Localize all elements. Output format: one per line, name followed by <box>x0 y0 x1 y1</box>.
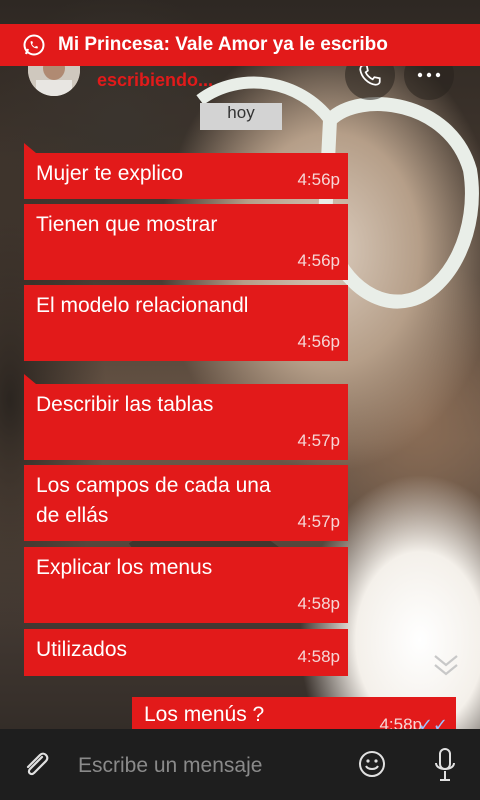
message-bubble-incoming[interactable]: El modelo relacionandl 4:56p <box>24 285 348 361</box>
microphone-icon[interactable] <box>432 747 458 783</box>
message-time: 4:58p <box>297 647 340 666</box>
message-bubble-incoming[interactable]: Los campos de cada una de ellás 4:57p <box>24 465 348 541</box>
message-text: Describir las tablas <box>36 393 214 416</box>
attach-icon[interactable] <box>20 749 54 783</box>
message-text: Utilizados <box>36 638 128 661</box>
message-input[interactable] <box>78 751 338 781</box>
message-bubble-incoming[interactable]: Mujer te explico 4:56p <box>24 143 348 199</box>
chevron-double-down-icon[interactable] <box>430 650 462 680</box>
message-time: 4:56p <box>297 332 340 351</box>
message-time: 4:57p <box>297 431 340 450</box>
more-options-icon <box>417 72 441 78</box>
message-composer <box>0 729 480 800</box>
whatsapp-icon <box>23 34 45 56</box>
message-bubble-incoming[interactable]: Tienen que mostrar 4:56p <box>24 204 348 280</box>
message-text: El modelo relacionandl <box>36 294 249 317</box>
message-time: 4:56p <box>297 170 340 189</box>
message-time: 4:58p <box>297 594 340 613</box>
message-bubble-incoming[interactable]: Utilizados 4:58p <box>24 629 348 676</box>
message-time: 4:57p <box>297 512 340 531</box>
message-text: Tienen que mostrar <box>36 213 218 236</box>
message-text: Explicar los menus <box>36 556 213 579</box>
message-time: 4:56p <box>297 251 340 270</box>
message-text: Los menús ? <box>144 703 265 726</box>
message-text: Mujer te explico <box>36 162 184 185</box>
message-text: Los campos de cada una de ellás <box>36 474 271 527</box>
notification-text: Mi Princesa: Vale Amor ya le escribo <box>58 34 388 55</box>
date-separator: hoy <box>200 103 282 130</box>
emoji-icon[interactable] <box>357 749 387 779</box>
contact-status: escribiendo... <box>97 70 214 90</box>
notification-bar[interactable]: Mi Princesa: Vale Amor ya le escribo <box>0 24 480 66</box>
message-bubble-incoming[interactable]: Explicar los menus 4:58p <box>24 547 348 623</box>
message-bubble-incoming[interactable]: Describir las tablas 4:57p <box>24 374 348 460</box>
